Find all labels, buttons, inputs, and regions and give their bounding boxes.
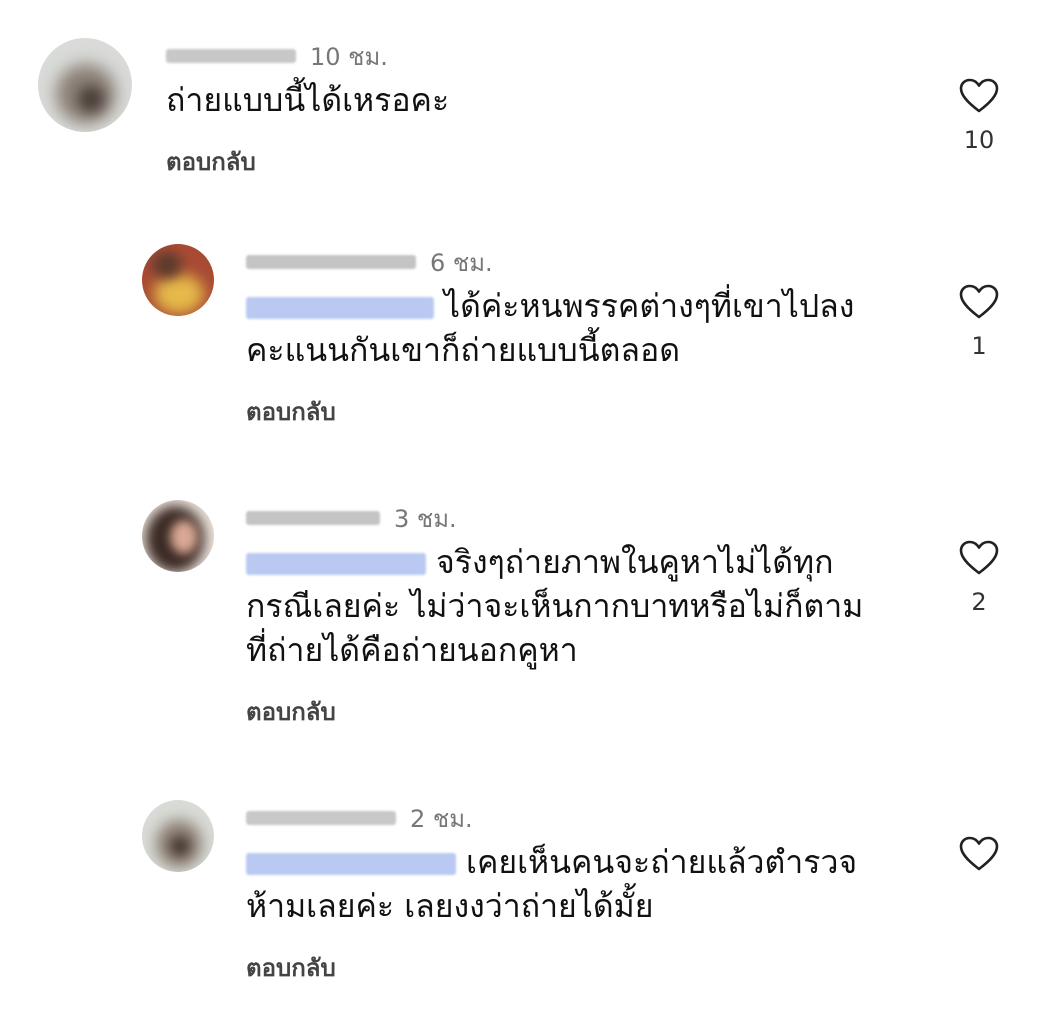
comment-text: เคยเห็นคนจะถ่ายแล้วตำรวจห้ามเลยค่ะ เลยงง… (246, 843, 858, 925)
comment-text: ได้ค่ะหนพรรคต่างๆที่เขาไปลงคะแนนกันเขาก็… (246, 287, 855, 369)
comment-reply: 3 ชม. จริงๆถ่ายภาพในคูหาไม่ได้ทุกกรณีเลย… (0, 500, 1044, 740)
mention-link[interactable] (246, 553, 426, 575)
comment-text: ถ่ายแบบนี้ได้เหรอคะ (166, 81, 450, 119)
comment-time: 10 ชม. (310, 42, 388, 71)
comment-reply: 2 ชม. เคยเห็นคนจะถ่ายแล้วตำรวจห้ามเลยค่ะ… (0, 800, 1044, 1000)
comment-body: 10 ชม. ถ่ายแบบนี้ได้เหรอคะ ตอบกลับ (166, 38, 884, 181)
comment-body: 6 ชม. ได้ค่ะหนพรรคต่างๆที่เขาไปลงคะแนนกั… (246, 244, 884, 431)
reply-button[interactable]: ตอบกลับ (246, 948, 336, 987)
like-count: 1 (971, 332, 987, 360)
reply-button[interactable]: ตอบกลับ (246, 392, 336, 431)
comment-time: 6 ชม. (430, 248, 493, 277)
mention-link[interactable] (246, 853, 456, 875)
avatar[interactable] (142, 244, 214, 316)
like-control (950, 836, 1008, 884)
like-control: 2 (950, 540, 1008, 616)
heart-outline-icon[interactable] (959, 78, 999, 114)
username[interactable] (166, 49, 296, 63)
comment-body: 2 ชม. เคยเห็นคนจะถ่ายแล้วตำรวจห้ามเลยค่ะ… (246, 800, 884, 987)
comment: 10 ชม. ถ่ายแบบนี้ได้เหรอคะ ตอบกลับ 10 (0, 38, 1044, 198)
comment-reply: 6 ชม. ได้ค่ะหนพรรคต่างๆที่เขาไปลงคะแนนกั… (0, 244, 1044, 444)
mention-link[interactable] (246, 297, 434, 319)
username[interactable] (246, 811, 396, 825)
comment-body: 3 ชม. จริงๆถ่ายภาพในคูหาไม่ได้ทุกกรณีเลย… (246, 500, 884, 731)
comment-time: 3 ชม. (394, 504, 457, 533)
like-control: 10 (950, 78, 1008, 154)
heart-outline-icon[interactable] (959, 540, 999, 576)
heart-outline-icon[interactable] (959, 836, 999, 872)
like-control: 1 (950, 284, 1008, 360)
comment-time: 2 ชม. (410, 804, 473, 833)
comment-text: จริงๆถ่ายภาพในคูหาไม่ได้ทุกกรณีเลยค่ะ ไม… (246, 543, 864, 669)
heart-outline-icon[interactable] (959, 284, 999, 320)
reply-button[interactable]: ตอบกลับ (246, 692, 336, 731)
username[interactable] (246, 511, 380, 525)
reply-button[interactable]: ตอบกลับ (166, 142, 256, 181)
avatar[interactable] (142, 800, 214, 872)
like-count: 10 (963, 126, 995, 154)
avatar[interactable] (142, 500, 214, 572)
username[interactable] (246, 255, 416, 269)
avatar[interactable] (38, 38, 132, 132)
like-count: 2 (971, 588, 987, 616)
